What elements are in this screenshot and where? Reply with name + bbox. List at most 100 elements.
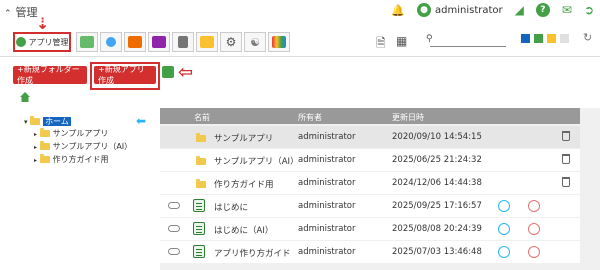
row-owner: administrator bbox=[298, 155, 356, 165]
folder-icon bbox=[196, 156, 206, 165]
tab-system[interactable]: ☯ bbox=[244, 32, 266, 52]
tab-plugins[interactable] bbox=[268, 32, 290, 52]
app-icon bbox=[193, 245, 205, 258]
download-icon[interactable] bbox=[528, 200, 540, 212]
cloud-icon[interactable] bbox=[168, 248, 180, 255]
upload-icon[interactable] bbox=[498, 246, 510, 258]
color-filter-yellow[interactable] bbox=[547, 34, 556, 43]
plugins-icon bbox=[272, 36, 286, 48]
folder-icon bbox=[39, 141, 50, 150]
color-filter-blue[interactable] bbox=[521, 34, 530, 43]
table-row[interactable]: はじめに administrator 2025/09/25 17:16:57 bbox=[160, 195, 580, 217]
folder-icon bbox=[196, 179, 206, 188]
row-updated: 2025/09/25 17:16:57 bbox=[392, 201, 482, 211]
toolbar: アプリ管理 ⚙ ☯ 🗎 ▦ bbox=[0, 32, 600, 57]
row-name: サンプルアプリ（AI） bbox=[214, 157, 299, 167]
table-row[interactable]: はじめに（AI） administrator 2025/08/08 20:24:… bbox=[160, 218, 580, 240]
document-icon[interactable]: 🗎 bbox=[376, 34, 386, 55]
search-input[interactable] bbox=[430, 34, 506, 47]
group-icon bbox=[128, 36, 142, 48]
tab-org[interactable] bbox=[148, 32, 170, 52]
row-updated: 2025/08/08 20:24:39 bbox=[392, 224, 482, 234]
row-updated: 2025/06/25 21:24:32 bbox=[392, 155, 482, 165]
row-name: サンプルアプリ bbox=[214, 134, 274, 144]
download-icon[interactable] bbox=[528, 246, 540, 258]
screen-icon bbox=[80, 36, 94, 48]
tab-form[interactable] bbox=[196, 32, 218, 52]
expand-icon[interactable]: ▸ bbox=[34, 144, 37, 151]
new-app-button[interactable]: +新規アプリ作成 bbox=[94, 65, 156, 85]
row-owner: administrator bbox=[298, 247, 356, 257]
refresh-icon[interactable]: ↻ bbox=[583, 31, 592, 44]
upload-icon[interactable] bbox=[498, 223, 510, 235]
form-icon bbox=[200, 36, 214, 48]
top-header: ⌃ 管理 🔔 ● administrator ◢ ? ✉ ➲ bbox=[0, 0, 600, 22]
row-owner: administrator bbox=[298, 224, 356, 234]
logout-icon[interactable]: ➲ bbox=[584, 3, 594, 17]
cloud-icon[interactable] bbox=[168, 225, 180, 232]
row-name: はじめに（AI） bbox=[214, 226, 274, 236]
collapse-icon[interactable]: ▾ bbox=[24, 118, 28, 126]
user-menu[interactable]: ● administrator bbox=[417, 3, 503, 17]
row-updated: 2020/09/10 14:54:15 bbox=[392, 132, 482, 142]
tree-item[interactable]: ▸ 作り方ガイド用 bbox=[34, 154, 109, 165]
folder-icon bbox=[39, 128, 50, 137]
app-icon bbox=[193, 199, 205, 212]
annotation-arrow-down: ⇣ bbox=[36, 14, 50, 33]
table-row[interactable]: アプリ作り方ガイド administrator 2025/07/03 13:46… bbox=[160, 241, 580, 263]
color-filter-green[interactable] bbox=[534, 34, 543, 43]
bookmark-icon[interactable]: ◢ bbox=[515, 3, 524, 17]
table-row[interactable]: 作り方ガイド用 administrator 2024/12/06 14:44:3… bbox=[160, 172, 580, 194]
app-manage-icon bbox=[15, 37, 26, 47]
row-owner: administrator bbox=[298, 132, 356, 142]
trash-icon[interactable] bbox=[562, 177, 570, 187]
table-row[interactable]: サンプルアプリ（AI） administrator 2025/06/25 21:… bbox=[160, 149, 580, 171]
database-icon bbox=[178, 36, 188, 48]
gear-icon: ⚙ bbox=[225, 35, 237, 49]
color-filter-gray[interactable] bbox=[560, 34, 569, 43]
mail-icon[interactable]: ✉ bbox=[562, 3, 572, 17]
row-owner: administrator bbox=[298, 178, 356, 188]
tab-settings[interactable]: ⚙ bbox=[220, 32, 242, 52]
expand-icon[interactable]: ▸ bbox=[34, 131, 37, 138]
import-icon[interactable] bbox=[162, 66, 174, 78]
app-icon bbox=[193, 222, 205, 235]
folder-icon bbox=[196, 133, 206, 142]
table-icon[interactable]: ▦ bbox=[396, 34, 407, 48]
column-updated[interactable]: 更新日時 bbox=[392, 112, 424, 123]
column-name[interactable]: 名前 bbox=[194, 112, 210, 123]
tree-root[interactable]: ▾ ホーム bbox=[24, 116, 71, 127]
tree-item[interactable]: ▸ サンプルアプリ bbox=[34, 128, 108, 139]
download-icon[interactable] bbox=[528, 223, 540, 235]
org-chart-icon bbox=[152, 36, 166, 48]
bell-icon[interactable]: 🔔 bbox=[391, 4, 405, 17]
trash-icon[interactable] bbox=[562, 154, 570, 164]
tab-screen[interactable] bbox=[76, 32, 98, 52]
column-owner[interactable]: 所有者 bbox=[298, 112, 322, 123]
row-name: 作り方ガイド用 bbox=[214, 180, 274, 190]
trash-icon[interactable] bbox=[562, 131, 570, 141]
tab-user[interactable] bbox=[100, 32, 122, 52]
upload-icon[interactable] bbox=[498, 200, 510, 212]
chevron-up-icon: ⌃ bbox=[4, 9, 12, 19]
tab-app-manage[interactable]: アプリ管理 bbox=[13, 32, 71, 52]
folder-icon bbox=[39, 154, 50, 163]
cloud-icon[interactable] bbox=[168, 202, 180, 209]
header-icons: 🔔 ● administrator ◢ ? ✉ ➲ bbox=[391, 3, 594, 17]
row-updated: 2025/07/03 13:46:48 bbox=[392, 247, 482, 257]
help-icon[interactable]: ? bbox=[535, 3, 550, 17]
tree-item[interactable]: ▸ サンプルアプリ（AI） bbox=[34, 141, 132, 152]
expand-icon[interactable]: ▸ bbox=[34, 157, 37, 164]
row-name: はじめに bbox=[214, 203, 249, 213]
new-folder-button[interactable]: +新規フォルダー作成 bbox=[13, 65, 87, 85]
table-row[interactable]: サンプルアプリ administrator 2020/09/10 14:54:1… bbox=[160, 126, 580, 148]
list-header: 名前 所有者 更新日時 bbox=[160, 108, 580, 124]
row-owner: administrator bbox=[298, 201, 356, 211]
color-filters bbox=[521, 34, 569, 43]
page-title[interactable]: ⌃ 管理 bbox=[4, 4, 38, 20]
home-icon[interactable] bbox=[20, 92, 30, 102]
row-name: アプリ作り方ガイド bbox=[214, 249, 291, 259]
tab-database[interactable] bbox=[172, 32, 194, 52]
user-icon: ● bbox=[417, 3, 431, 17]
tab-group[interactable] bbox=[124, 32, 146, 52]
